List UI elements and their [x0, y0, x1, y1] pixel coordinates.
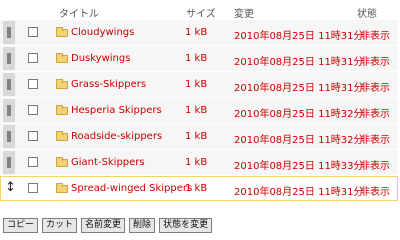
folder-icon [56, 183, 68, 193]
item-size: 1 kB [185, 105, 208, 116]
folder-icon [56, 79, 68, 89]
table-row[interactable]: Hesperia Skippers 1 kB 2010年08月25日 11時32… [0, 98, 398, 123]
column-header-modified[interactable]: 変更 [234, 5, 254, 20]
item-size: 1 kB [185, 157, 208, 168]
item-name-link[interactable]: Duskywings [71, 53, 130, 64]
delete-button[interactable]: 削除 [129, 218, 156, 233]
row-checkbox[interactable] [28, 105, 38, 115]
folder-icon [56, 131, 68, 141]
row-checkbox[interactable] [28, 131, 38, 141]
item-name-link[interactable]: Hesperia Skippers [71, 105, 162, 116]
row-checkbox[interactable] [28, 183, 38, 193]
item-status-link[interactable]: 非表示 [360, 105, 390, 120]
item-name-link[interactable]: Grass-Skippers [71, 79, 146, 90]
folder-icon [56, 157, 68, 167]
item-modified: 2010年08月25日 11時32分 [234, 135, 364, 146]
table-row[interactable]: Giant-Skippers 1 kB 2010年08月25日 11時33分 非… [0, 150, 398, 175]
item-size: 1 kB [185, 53, 208, 64]
table-row-selected[interactable]: ↕ Spread-winged Skippers 1 kB 2010年08月25… [0, 176, 398, 201]
item-status-link[interactable]: 非表示 [360, 53, 390, 68]
item-name-link[interactable]: Spread-winged Skippers [71, 183, 192, 194]
column-header-size[interactable]: サイズ [186, 5, 216, 20]
item-name-link[interactable]: Roadside-skippers [71, 131, 162, 142]
item-modified: 2010年08月25日 11時31分 [234, 57, 364, 68]
drag-handle-icon[interactable] [3, 47, 15, 70]
item-name-link[interactable]: Cloudywings [71, 27, 134, 38]
action-toolbar: コピー カット 名前変更 削除 状態を変更 [3, 218, 213, 234]
rename-button[interactable]: 名前変更 [81, 218, 126, 233]
resize-vertical-icon[interactable]: ↕ [5, 179, 16, 197]
item-status-link[interactable]: 非表示 [360, 79, 390, 94]
table-row[interactable]: Grass-Skippers 1 kB 2010年08月25日 11時31分 非… [0, 72, 398, 97]
drag-handle-icon[interactable] [3, 21, 15, 44]
item-modified: 2010年08月25日 11時31分 [234, 187, 364, 198]
item-modified: 2010年08月25日 11時32分 [234, 109, 364, 120]
file-list: Cloudywings 1 kB 2010年08月25日 11時31分 非表示 … [0, 20, 400, 202]
drag-handle-icon[interactable] [3, 151, 15, 174]
item-size: 1 kB [185, 131, 208, 142]
table-header: タイトル サイズ 変更 状態 [0, 0, 400, 20]
folder-icon [56, 53, 68, 63]
row-checkbox[interactable] [28, 27, 38, 37]
item-size: 1 kB [185, 79, 208, 90]
row-checkbox[interactable] [28, 53, 38, 63]
drag-handle-icon[interactable] [3, 73, 15, 96]
column-header-status[interactable]: 状態 [357, 5, 377, 20]
item-modified: 2010年08月25日 11時31分 [234, 83, 364, 94]
change-status-button[interactable]: 状態を変更 [159, 218, 213, 233]
table-row[interactable]: Duskywings 1 kB 2010年08月25日 11時31分 非表示 [0, 46, 398, 71]
item-modified: 2010年08月25日 11時33分 [234, 161, 364, 172]
item-size: 1 kB [185, 27, 208, 38]
item-status-link[interactable]: 非表示 [360, 157, 390, 172]
column-header-title[interactable]: タイトル [59, 5, 99, 20]
item-size: 1 kB [185, 183, 208, 194]
cut-button[interactable]: カット [42, 218, 78, 233]
item-name-link[interactable]: Giant-Skippers [71, 157, 145, 168]
item-status-link[interactable]: 非表示 [360, 183, 390, 198]
item-modified: 2010年08月25日 11時31分 [234, 31, 364, 42]
row-checkbox[interactable] [28, 79, 38, 89]
table-row[interactable]: Roadside-skippers 1 kB 2010年08月25日 11時32… [0, 124, 398, 149]
folder-icon [56, 27, 68, 37]
drag-handle-icon[interactable] [3, 125, 15, 148]
drag-handle-icon[interactable] [3, 99, 15, 122]
item-status-link[interactable]: 非表示 [360, 27, 390, 42]
row-checkbox[interactable] [28, 157, 38, 167]
table-row[interactable]: Cloudywings 1 kB 2010年08月25日 11時31分 非表示 [0, 20, 398, 45]
folder-icon [56, 105, 68, 115]
item-status-link[interactable]: 非表示 [360, 131, 390, 146]
copy-button[interactable]: コピー [3, 218, 39, 233]
